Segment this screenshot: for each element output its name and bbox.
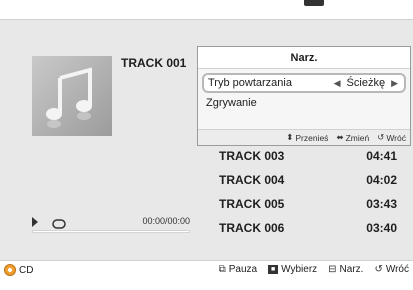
menu-item-ripping[interactable]: Zgrywanie <box>202 93 406 113</box>
footer-bar: CD ⧉ Pauza ■ Wybierz ⊟ Narz. ↺ Wróć <box>0 259 413 281</box>
track-duration: 03:40 <box>366 221 397 235</box>
track-row[interactable]: TRACK 006 03:40 <box>203 216 403 240</box>
tools-hint[interactable]: ⊟ Narz. <box>328 264 363 275</box>
arrow-right-icon[interactable]: ▶ <box>391 78 398 89</box>
back-hint[interactable]: ↺ Wróć <box>374 264 409 275</box>
leftright-icon: ⬌ <box>336 132 344 142</box>
hint-back-label: Wróć <box>386 132 406 143</box>
hint-change-label: Zmień <box>345 132 370 143</box>
hint-change: ⬌ Zmień <box>336 132 369 143</box>
track-row[interactable]: TRACK 003 04:41 <box>203 144 403 168</box>
track-duration: 04:02 <box>366 173 397 187</box>
music-note-icon <box>46 67 92 128</box>
hint-move-label: Przenieś <box>295 132 329 143</box>
pause-label: Pauza <box>228 264 258 275</box>
hint-move: ⬍ Przenieś <box>286 132 328 143</box>
track-name: TRACK 006 <box>219 221 285 235</box>
cd-icon <box>4 264 16 276</box>
track-duration: 04:41 <box>366 149 397 163</box>
repeat-mode-label: Tryb powtarzania <box>208 77 292 89</box>
source-label: CD <box>19 264 34 276</box>
track-row[interactable]: TRACK 005 03:43 <box>203 192 403 216</box>
ripping-label: Zgrywanie <box>206 97 257 109</box>
track-name: TRACK 004 <box>219 173 285 187</box>
progress-bar[interactable] <box>32 230 190 233</box>
tools-label: Narz. <box>339 264 364 275</box>
playback-time: 00:00/00:00 <box>142 216 190 226</box>
arrow-left-icon[interactable]: ◀ <box>334 78 341 89</box>
tools-popup: Narz. Tryb powtarzania ◀ Ścieżkę ▶ Zgryw… <box>197 46 411 146</box>
popup-title: Narz. <box>198 47 410 69</box>
playback-controls: 00:00/00:00 <box>32 216 190 229</box>
track-duration: 03:43 <box>366 197 397 211</box>
repeat-mode-value: Ścieżkę <box>346 77 386 89</box>
menu-item-repeat-mode[interactable]: Tryb powtarzania ◀ Ścieżkę ▶ <box>202 73 406 93</box>
now-playing-title: TRACK 001 <box>121 56 187 70</box>
updown-icon: ⬍ <box>286 132 294 142</box>
popup-hints: ⬍ Przenieś ⬌ Zmień ↺ Wróć <box>198 129 410 145</box>
footer-actions: ⧉ Pauza ■ Wybierz ⊟ Narz. ↺ Wróć <box>219 264 409 275</box>
select-key-icon: ■ <box>268 265 279 274</box>
tools-key-icon: ⊟ <box>328 264 337 275</box>
select-label: Wybierz <box>281 264 318 275</box>
repeat-mode-option[interactable]: ◀ Ścieżkę ▶ <box>334 77 398 89</box>
play-icon[interactable] <box>32 217 38 227</box>
top-caption <box>0 0 413 14</box>
track-list: TRACK 003 04:41 TRACK 004 04:02 TRACK 00… <box>203 144 403 240</box>
source-indicator: CD <box>4 264 33 276</box>
select-hint[interactable]: ■ Wybierz <box>268 264 317 275</box>
back-icon: ↺ <box>374 264 383 275</box>
popup-menu: Tryb powtarzania ◀ Ścieżkę ▶ Zgrywanie <box>198 69 410 113</box>
return-icon: ↺ <box>377 132 385 142</box>
track-row[interactable]: TRACK 004 04:02 <box>203 168 403 192</box>
pause-key-icon: ⧉ <box>218 264 226 275</box>
track-name: TRACK 005 <box>219 197 285 211</box>
pause-hint[interactable]: ⧉ Pauza <box>219 264 258 275</box>
player-screen: TRACK 001 00:00/00:00 TRACK 003 04:41 TR… <box>0 19 413 276</box>
remote-key-icon <box>304 0 324 6</box>
hint-back: ↺ Wróć <box>377 132 406 143</box>
back-label: Wróć <box>385 264 409 275</box>
album-art <box>32 56 112 136</box>
track-name: TRACK 003 <box>219 149 285 163</box>
